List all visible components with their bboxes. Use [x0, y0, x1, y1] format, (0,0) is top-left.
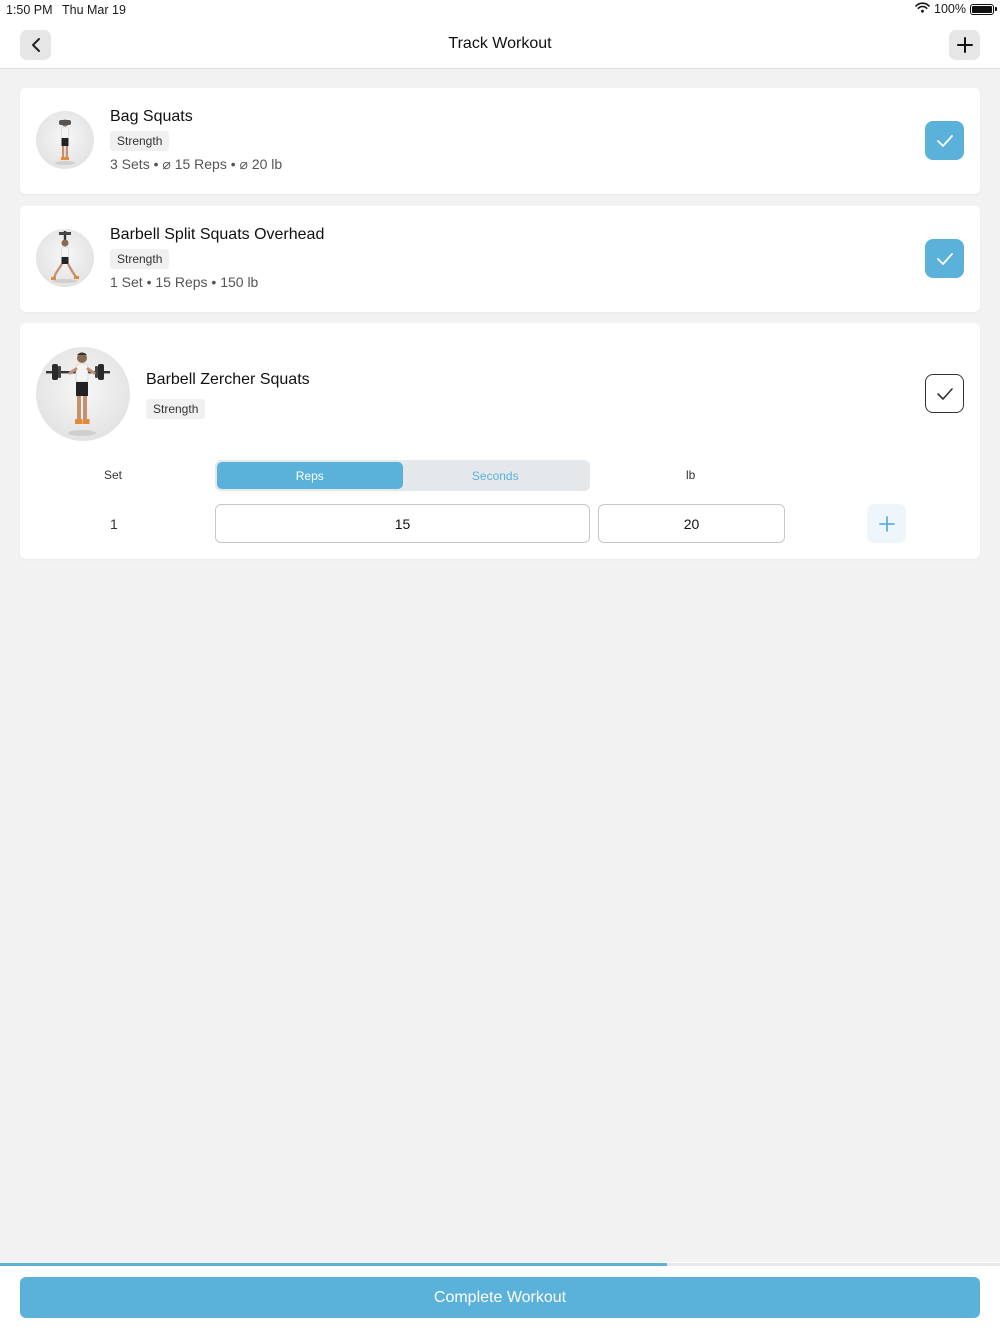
checkmark-icon — [936, 252, 953, 265]
exercise-thumbnail — [36, 229, 94, 287]
reps-input[interactable]: 15 — [215, 504, 590, 543]
exercise-card-expanded[interactable]: Barbell Zercher Squats Strength Set Reps… — [20, 323, 980, 559]
exercise-card[interactable]: Bag Squats Strength 3 Sets • ⌀ 15 Reps •… — [20, 88, 980, 194]
page-title: Track Workout — [448, 35, 552, 52]
exercise-name: Barbell Split Squats Overhead — [110, 226, 325, 243]
battery-icon — [970, 3, 997, 15]
set-number: 1 — [110, 516, 118, 532]
exercise-summary: 3 Sets • ⌀ 15 Reps • ⌀ 20 lb — [110, 156, 283, 172]
reps-option[interactable]: Reps — [217, 462, 403, 489]
checkmark-icon — [936, 134, 953, 147]
set-column-header: Set — [104, 468, 123, 482]
status-right: 100% — [915, 2, 997, 16]
complete-checkbox[interactable] — [925, 239, 964, 278]
category-tag: Strength — [146, 399, 206, 419]
nav-bar: Track Workout — [0, 20, 1000, 69]
reps-seconds-toggle[interactable]: Reps Seconds — [215, 460, 590, 491]
weight-unit-header: lb — [686, 468, 696, 482]
category-tag: Strength — [110, 131, 170, 151]
exercise-thumbnail — [36, 347, 130, 441]
workout-progress-bar — [0, 1263, 1000, 1266]
add-set-button[interactable] — [867, 504, 906, 543]
exercise-card[interactable]: Barbell Split Squats Overhead Strength 1… — [20, 206, 980, 312]
complete-workout-button[interactable]: Complete Workout — [20, 1277, 980, 1318]
category-tag: Strength — [110, 249, 170, 269]
status-date: Thu Mar 19 — [62, 3, 126, 17]
weight-input[interactable]: 20 — [598, 504, 785, 543]
add-exercise-button[interactable] — [949, 30, 980, 60]
plus-icon — [878, 515, 895, 532]
exercise-summary: 1 Set • 15 Reps • 150 lb — [110, 274, 259, 290]
checkmark-icon — [936, 387, 953, 400]
complete-checkbox[interactable] — [925, 121, 964, 160]
battery-percent: 100% — [934, 2, 966, 16]
complete-checkbox[interactable] — [925, 374, 964, 413]
exercise-thumbnail — [36, 111, 94, 169]
workout-progress-fill — [0, 1263, 667, 1266]
seconds-option[interactable]: Seconds — [403, 462, 589, 489]
status-bar: 1:50 PM Thu Mar 19 100% — [0, 0, 1000, 20]
status-time: 1:50 PM — [6, 3, 53, 17]
exercise-name: Barbell Zercher Squats — [146, 371, 310, 388]
wifi-icon — [915, 2, 930, 16]
exercise-name: Bag Squats — [110, 108, 193, 125]
plus-icon — [956, 37, 973, 53]
